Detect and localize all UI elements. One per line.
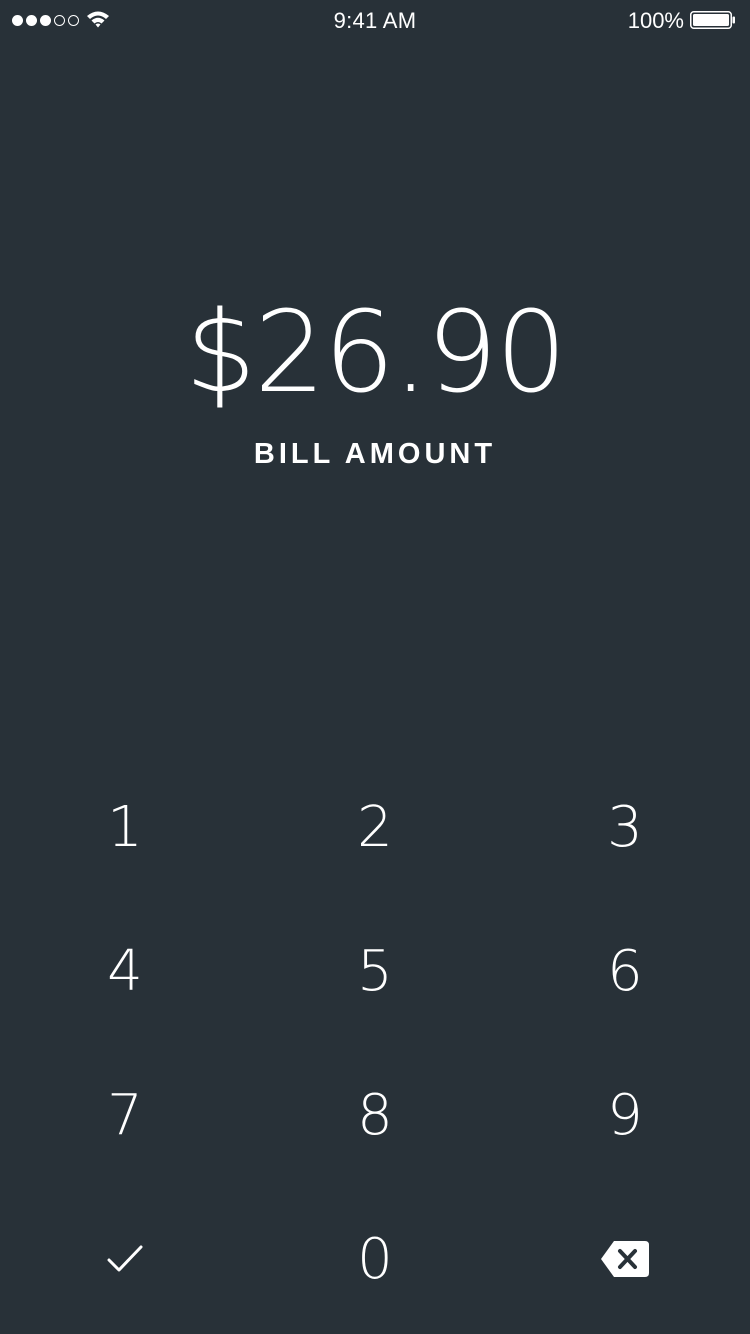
numeric-keypad: 1 2 3 4 5 6 7 8 9 0 — [0, 755, 750, 1331]
key-1-button[interactable]: 1 — [0, 755, 250, 899]
key-6-button[interactable]: 6 — [500, 899, 750, 1043]
key-5-button[interactable]: 5 — [250, 899, 500, 1043]
checkmark-icon — [107, 1245, 143, 1272]
keypad-row: 7 8 9 — [0, 1043, 750, 1187]
keypad-row: 1 2 3 — [0, 755, 750, 899]
status-bar: 9:41 AM 100% — [0, 0, 750, 40]
backspace-button[interactable] — [500, 1187, 750, 1331]
key-0-button[interactable]: 0 — [250, 1187, 500, 1331]
keypad-row: 4 5 6 — [0, 899, 750, 1043]
key-9-button[interactable]: 9 — [500, 1043, 750, 1187]
confirm-button[interactable] — [0, 1187, 250, 1331]
backspace-icon — [601, 1241, 649, 1277]
bill-amount-display: $26.90 — [185, 288, 567, 418]
battery-icon — [690, 11, 735, 29]
battery-percentage: 100% — [627, 8, 684, 33]
key-8-button[interactable]: 8 — [250, 1043, 500, 1187]
key-2-button[interactable]: 2 — [250, 755, 500, 899]
key-4-button[interactable]: 4 — [0, 899, 250, 1043]
key-3-button[interactable]: 3 — [500, 755, 750, 899]
keypad-row: 0 — [0, 1187, 750, 1331]
bill-amount-label: BILL AMOUNT — [253, 438, 497, 470]
key-7-button[interactable]: 7 — [0, 1043, 250, 1187]
